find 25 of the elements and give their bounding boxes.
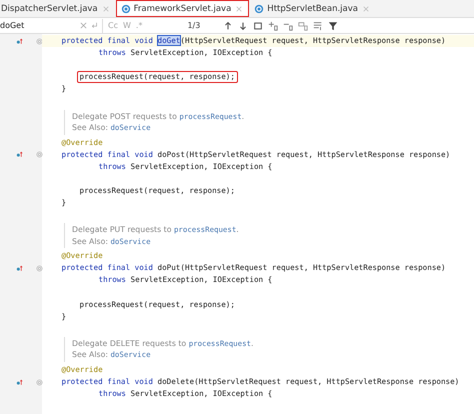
newline-icon[interactable] (91, 22, 98, 29)
file-tab[interactable]: FrameworkServlet.java (116, 0, 250, 17)
override-marker-icon[interactable] (16, 378, 23, 386)
annotation-marker-icon[interactable] (36, 378, 43, 386)
override-marker-icon[interactable] (16, 38, 23, 45)
class-file-icon (254, 4, 264, 14)
clear-icon[interactable] (80, 22, 87, 29)
override-marker-icon[interactable] (16, 151, 23, 158)
list-icon[interactable] (313, 20, 324, 30)
select-all-icon[interactable] (298, 20, 308, 30)
override-marker-icon[interactable] (16, 264, 23, 272)
filter-icon[interactable] (328, 20, 338, 30)
annotation-marker-icon[interactable] (36, 264, 43, 272)
add-occurrence-icon[interactable] (268, 20, 278, 30)
file-tab[interactable]: DispatcherServlet.java (0, 0, 116, 17)
match-count: 1/3 (187, 21, 200, 30)
file-tab[interactable]: HttpServletBean.java (249, 0, 376, 17)
arrow-up-icon[interactable] (223, 20, 234, 30)
annotation-marker-icon[interactable] (36, 151, 43, 158)
search-option-toggle[interactable]: Cc (108, 21, 118, 30)
window-icon[interactable] (253, 20, 264, 30)
annotation-marker-icon[interactable] (36, 38, 43, 45)
arrow-down-icon[interactable] (238, 20, 248, 30)
class-file-icon (120, 4, 131, 14)
search-field[interactable]: doGet (0, 21, 76, 30)
